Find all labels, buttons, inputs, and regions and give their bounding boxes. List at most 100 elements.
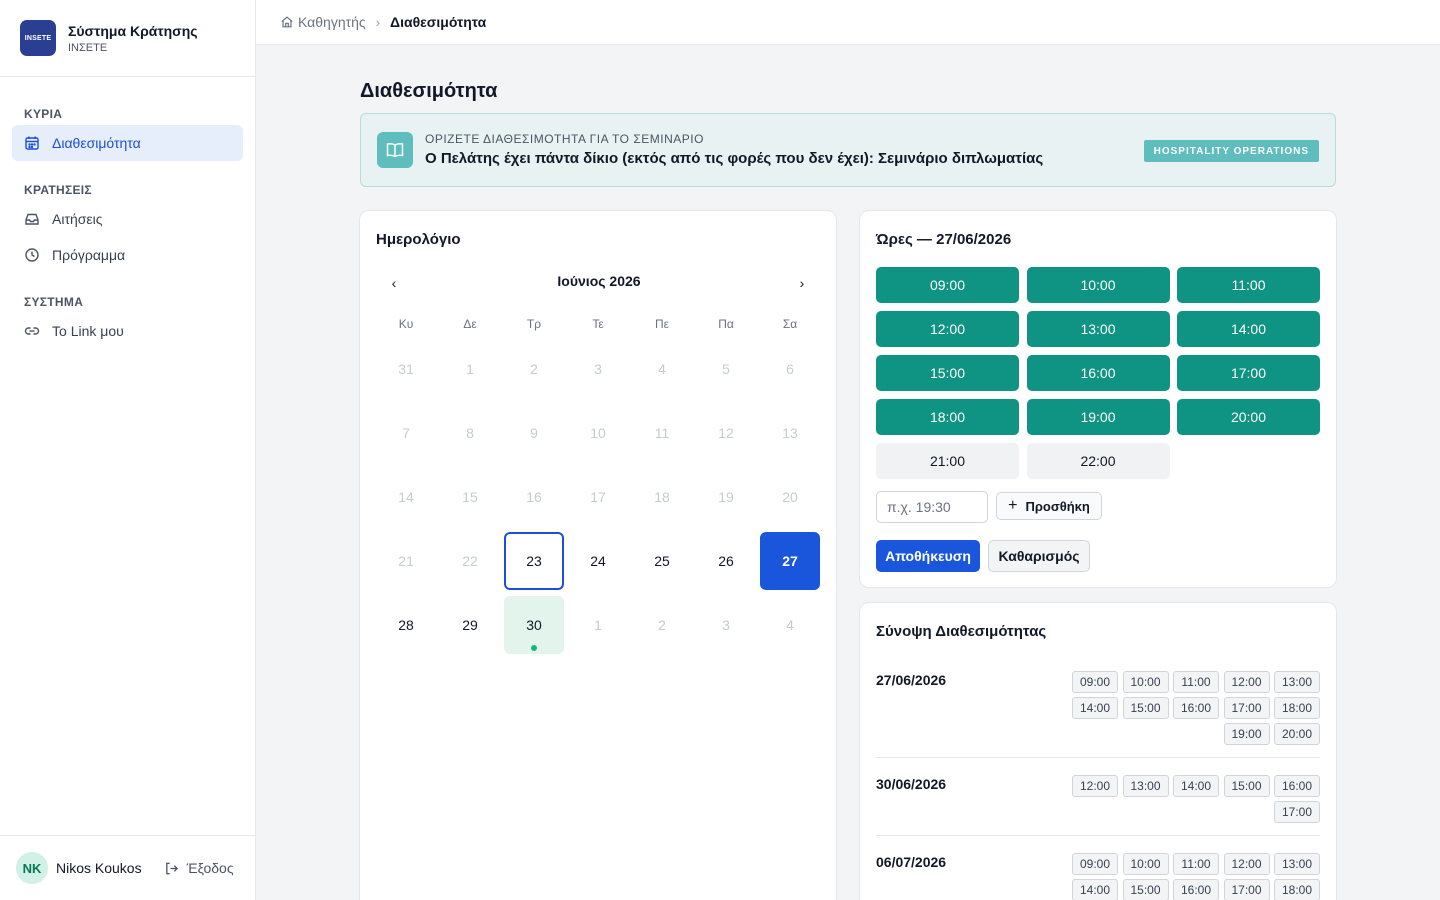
calendar-day[interactable]: 29 — [440, 596, 500, 654]
calendar-day[interactable]: 24 — [568, 532, 628, 590]
calendar-day: 15 — [440, 468, 500, 526]
calendar-day-number: 24 — [590, 553, 606, 569]
next-month-button[interactable]: › — [790, 271, 814, 295]
time-chip: 12:00 — [1223, 853, 1270, 875]
calendar-day-number: 17 — [590, 489, 606, 505]
time-slot[interactable]: 15:00 — [876, 355, 1019, 391]
time-chip: 12:00 — [1223, 671, 1270, 693]
time-slot[interactable]: 13:00 — [1026, 311, 1170, 347]
calendar-day-number: 4 — [658, 361, 666, 377]
weekday-header: Τρ — [526, 317, 542, 331]
calendar-day[interactable]: 30 — [504, 596, 564, 654]
time-chip: 10:00 — [1122, 671, 1169, 693]
breadcrumb-home[interactable]: Καθηγητής — [280, 14, 366, 30]
home-icon — [281, 16, 293, 28]
summary-date: 27/06/2026 — [876, 672, 947, 688]
time-slot[interactable]: 09:00 — [876, 267, 1019, 303]
time-chip: 18:00 — [1274, 879, 1320, 900]
plus-icon: + — [1008, 497, 1018, 514]
calendar-day-number: 8 — [466, 425, 474, 441]
save-button[interactable]: Αποθήκευση — [876, 540, 980, 572]
sidebar-item-availability[interactable]: Διαθεσιμότητα — [12, 125, 243, 161]
sidebar-item-label: Πρόγραμμα — [52, 247, 126, 263]
brand-subtitle: ΙΝΣΕΤΕ — [68, 41, 108, 54]
chevron-left-icon: ‹ — [391, 275, 397, 291]
banner-title: Ο Πελάτης έχει πάντα δίκιο (εκτός από τι… — [425, 150, 1044, 167]
time-slot[interactable]: 22:00 — [1026, 443, 1170, 479]
calendar-day: 14 — [376, 468, 436, 526]
calendar-day: 21 — [376, 532, 436, 590]
time-chip: 12:00 — [1072, 775, 1118, 797]
time-chip: 11:00 — [1173, 671, 1219, 693]
calendar-day-number: 25 — [654, 553, 670, 569]
calendar-day: 2 — [632, 596, 692, 654]
time-chip: 17:00 — [1223, 697, 1270, 719]
hours-card: Ώρες — 27/06/2026 09:00 10:00 11:00 12:00 13… — [859, 210, 1337, 588]
calendar-day: 1 — [440, 340, 500, 398]
calendar-day[interactable]: 25 — [632, 532, 692, 590]
calendar-day[interactable]: 28 — [376, 596, 436, 654]
time-slot[interactable]: 17:00 — [1177, 355, 1320, 391]
add-time-button[interactable]: + Προσθήκη — [996, 492, 1102, 520]
weekday-header: Πε — [654, 317, 669, 331]
time-chip: 15:00 — [1223, 775, 1270, 797]
time-slot[interactable]: 12:00 — [876, 311, 1019, 347]
summary-divider — [876, 757, 1320, 758]
sidebar-item-my-link[interactable]: Το Link μου — [12, 313, 243, 349]
nav-section-bookings: ΚΡΑΤΗΣΕΙΣ — [24, 183, 92, 197]
calendar-day-number: 9 — [530, 425, 538, 441]
chevron-right-icon: › — [799, 275, 805, 291]
time-chip: 15:00 — [1122, 879, 1169, 900]
calendar-day-number: 26 — [718, 553, 734, 569]
time-slot[interactable]: 18:00 — [876, 399, 1019, 435]
calendar-day: 20 — [760, 468, 820, 526]
prev-month-button[interactable]: ‹ — [382, 271, 406, 295]
time-chip: 10:00 — [1122, 853, 1169, 875]
calendar-day: 19 — [696, 468, 756, 526]
sidebar-item-requests[interactable]: Αιτήσεις — [12, 201, 243, 237]
sidebar-item-schedule[interactable]: Πρόγραμμα — [12, 237, 243, 273]
calendar-day: 11 — [632, 404, 692, 462]
calendar-day-number: 19 — [718, 489, 734, 505]
time-chip: 09:00 — [1072, 853, 1118, 875]
calendar-day[interactable]: 27 — [760, 532, 820, 590]
calendar-day-number: 6 — [786, 361, 794, 377]
calendar-card: Ημερολόγιο Ιούνιος 2026 ‹ › Κυ Δε Τρ Τε Πε Πα… — [359, 210, 837, 900]
custom-time-input[interactable] — [876, 491, 988, 523]
calendar-day-number: 15 — [462, 489, 478, 505]
time-chip: 17:00 — [1274, 801, 1320, 823]
weekday-header: Τε — [592, 317, 604, 331]
calendar-day-number: 29 — [462, 617, 478, 633]
calendar-day-number: 21 — [398, 553, 414, 569]
calendar-day[interactable]: 26 — [696, 532, 756, 590]
brand-header: INSETE Σύστημα Κράτησης ΙΝΣΕΤΕ — [0, 0, 255, 77]
time-slot[interactable]: 19:00 — [1026, 399, 1170, 435]
time-chip: 14:00 — [1173, 775, 1219, 797]
sidebar-item-label: Το Link μου — [52, 323, 124, 339]
time-slot[interactable]: 16:00 — [1026, 355, 1170, 391]
time-slot[interactable]: 21:00 — [876, 443, 1019, 479]
clock-icon — [24, 247, 40, 263]
calendar-day-number: 20 — [782, 489, 798, 505]
availability-summary-card: Σύνοψη Διαθεσιμότητας 27/06/2026 09:00 10:… — [859, 602, 1337, 900]
time-slot[interactable]: 11:00 — [1177, 267, 1320, 303]
user-name: Nikos Koukos — [56, 860, 142, 876]
calendar-day[interactable]: 23 — [504, 532, 564, 590]
weekday-header: Δε — [463, 317, 477, 331]
logout-button[interactable]: Έξοδος — [164, 860, 234, 876]
time-chip: 09:00 — [1072, 671, 1118, 693]
brand-logo: INSETE — [20, 20, 56, 56]
clear-button[interactable]: Καθαρισμός — [988, 540, 1090, 572]
calendar-day-number: 4 — [786, 617, 794, 633]
calendar-day: 7 — [376, 404, 436, 462]
category-badge: HOSPITALITY OPERATIONS — [1143, 140, 1319, 162]
time-chip: 13:00 — [1274, 671, 1320, 693]
time-slot[interactable]: 10:00 — [1026, 267, 1170, 303]
calendar-day-number: 10 — [590, 425, 606, 441]
banner-subtitle: ΟΡΙΖΕΤΕ ΔΙΑΘΕΣΙΜΟΤΗΤΑ ΓΙΑ ΤΟ ΣΕΜΙΝΑΡΙΟ — [425, 132, 704, 146]
logout-icon — [165, 862, 178, 874]
time-slot[interactable]: 14:00 — [1177, 311, 1320, 347]
time-slot[interactable]: 20:00 — [1177, 399, 1320, 435]
calendar-day-number: 18 — [654, 489, 670, 505]
page-title: Διαθεσιμότητα — [360, 80, 498, 102]
